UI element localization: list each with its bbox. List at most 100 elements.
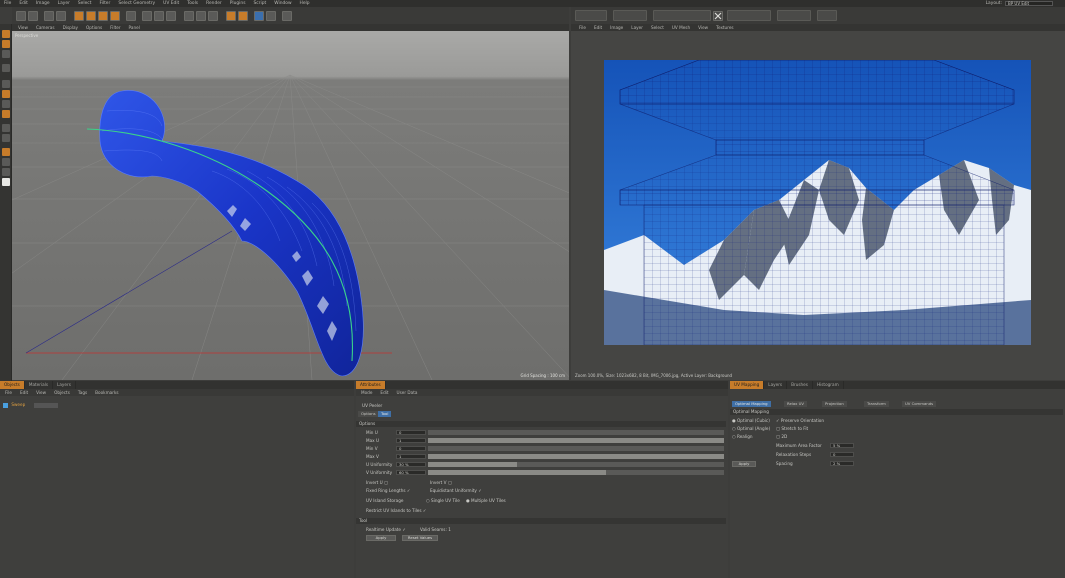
render-settings-icon[interactable] (166, 11, 176, 21)
invert-u-checkbox[interactable]: Invert U ▢ (366, 480, 388, 485)
paint-icon[interactable] (2, 158, 10, 166)
cube-icon[interactable] (184, 11, 194, 21)
uv-layout-group[interactable] (817, 10, 837, 21)
layout-dropdown[interactable]: BP UV Edit (1005, 1, 1053, 6)
object-row-sweep[interactable]: Sweep (3, 402, 25, 408)
menu-select-geometry[interactable]: Select Geometry (118, 1, 155, 6)
attributes-menu-user-data[interactable]: User Data (397, 390, 418, 395)
objects-menu-file[interactable]: File (5, 390, 12, 395)
subdivision-icon[interactable] (208, 11, 218, 21)
tab-materials[interactable]: Materials (25, 381, 54, 389)
menu-uv-edit[interactable]: UV Edit (163, 1, 179, 6)
min-u-slider[interactable] (428, 430, 724, 435)
realign-radio[interactable]: ○ Realign (732, 434, 753, 439)
render-view-icon[interactable] (142, 11, 152, 21)
uv-editor-view[interactable]: Zoom 100.0%, Size: 1023x682, 8 Bit, IMG_… (571, 31, 1065, 380)
move-icon[interactable] (56, 11, 66, 21)
menu-file[interactable]: File (4, 1, 11, 6)
viewport-menu-cameras[interactable]: Cameras (36, 25, 55, 30)
light-icon[interactable] (266, 11, 276, 21)
optimal-cubic-radio[interactable]: ● Optimal (Cubic) (732, 418, 770, 423)
max-u-field[interactable]: 1 (396, 438, 426, 443)
spacing-field[interactable]: 2 % (830, 461, 854, 466)
points-mode-icon[interactable] (2, 64, 10, 72)
max-v-field[interactable]: 1 (396, 454, 426, 459)
uv-menu-layer[interactable]: Layer (631, 25, 643, 30)
viewport-menu-panel[interactable]: Panel (129, 25, 140, 30)
objects-menu-bookmarks[interactable]: Bookmarks (95, 390, 118, 395)
subtab-optimal-mapping[interactable]: Optimal Mapping (732, 401, 771, 407)
menu-tools[interactable]: Tools (187, 1, 198, 6)
uv-apply-button[interactable]: Apply (732, 461, 756, 467)
max-v-slider[interactable] (428, 454, 724, 459)
restrict-uv-islands-checkbox[interactable]: Restrict UV Islands to Tiles ✓ (366, 508, 426, 513)
attributes-menu-edit[interactable]: Edit (380, 390, 388, 395)
color-swatch-icon[interactable] (2, 168, 10, 176)
tab-objects[interactable]: Objects (0, 381, 25, 389)
objects-menu-objects[interactable]: Objects (54, 390, 70, 395)
uv-menu-uv-mesh[interactable]: UV Mesh (672, 25, 690, 30)
objects-menu-view[interactable]: View (36, 390, 46, 395)
tab-histogram[interactable]: Histogram (813, 381, 844, 389)
uv-menu-file[interactable]: File (579, 25, 586, 30)
preserve-orientation-checkbox[interactable]: ✓ Preserve Orientation (776, 418, 824, 423)
perspective-viewport[interactable]: Perspective Grid Spacing : 100 cm (12, 31, 569, 380)
uv-polygons-mode-group[interactable] (613, 10, 647, 21)
menu-layer[interactable]: Layer (58, 1, 70, 6)
u-uniformity-slider[interactable] (428, 462, 724, 467)
render-picture-viewer-icon[interactable] (154, 11, 164, 21)
pen-icon[interactable] (196, 11, 206, 21)
live-select-icon[interactable] (44, 11, 54, 21)
objects-menu-edit[interactable]: Edit (20, 390, 28, 395)
tweak-icon[interactable] (2, 134, 10, 142)
tab-layers[interactable]: Layers (53, 381, 76, 389)
realtime-update-checkbox[interactable]: Realtime Update ✓ (366, 527, 406, 532)
uv-polygons-icon[interactable] (2, 110, 10, 118)
camera-icon[interactable] (254, 11, 264, 21)
max-area-field[interactable]: 5 % (830, 443, 854, 448)
texture-mode-icon[interactable] (2, 40, 10, 48)
u-uniformity-field[interactable]: 30 % (396, 462, 426, 467)
redo-icon[interactable] (28, 11, 38, 21)
uv-menu-textures[interactable]: Textures (716, 25, 734, 30)
scene-icon[interactable] (238, 11, 248, 21)
objects-menu-tags[interactable]: Tags (78, 390, 87, 395)
menu-render[interactable]: Render (206, 1, 222, 6)
edges-mode-icon[interactable] (2, 80, 10, 88)
deformer-icon[interactable] (226, 11, 236, 21)
menu-script[interactable]: Script (253, 1, 266, 6)
subtab-options[interactable]: Options (358, 411, 379, 417)
y-axis-icon[interactable] (110, 11, 120, 21)
menu-help[interactable]: Help (300, 1, 310, 6)
uv-menu-image[interactable]: Image (610, 25, 623, 30)
subtab-projection[interactable]: Projection (822, 401, 847, 407)
viewport-menu-filter[interactable]: Filter (110, 25, 120, 30)
subtab-uv-commands[interactable]: UV Commands (902, 401, 937, 407)
tab-attributes[interactable]: Attributes (356, 381, 386, 389)
object-tags[interactable] (34, 403, 58, 408)
undo-icon[interactable] (16, 11, 26, 21)
min-v-field[interactable]: 0 (396, 446, 426, 451)
menu-filter[interactable]: Filter (99, 1, 110, 6)
min-v-slider[interactable] (428, 446, 724, 451)
polygons-mode-icon[interactable] (2, 90, 10, 98)
tab-uv-mapping[interactable]: UV Mapping (730, 381, 765, 389)
optimal-angle-radio[interactable]: ○ Optimal (Angle) (732, 426, 770, 431)
menu-plugins[interactable]: Plugins (230, 1, 246, 6)
layout-selector[interactable]: Layout: BP UV Edit (986, 1, 1053, 6)
x-axis-icon[interactable] (98, 11, 108, 21)
uv-tools-group[interactable] (653, 10, 711, 21)
scale-icon[interactable] (74, 11, 84, 21)
model-mode-icon[interactable] (2, 30, 10, 38)
background-color-icon[interactable] (2, 178, 10, 186)
tab-layers[interactable]: Layers (764, 381, 788, 389)
equidistant-uniformity-checkbox[interactable]: Equidistant Uniformity ✓ (430, 488, 482, 493)
viewport-menu-options[interactable]: Options (86, 25, 102, 30)
enable-axis-icon[interactable] (2, 124, 10, 132)
viewport-menu-view[interactable]: View (18, 25, 28, 30)
coordinate-system-icon[interactable] (126, 11, 136, 21)
stretch-to-fit-checkbox[interactable]: ▢ Stretch to Fit (776, 426, 808, 431)
multiple-uv-tiles-radio[interactable]: ● Multiple UV Tiles (466, 498, 506, 503)
invert-v-checkbox[interactable]: Invert V ▢ (430, 480, 452, 485)
max-u-slider[interactable] (428, 438, 724, 443)
